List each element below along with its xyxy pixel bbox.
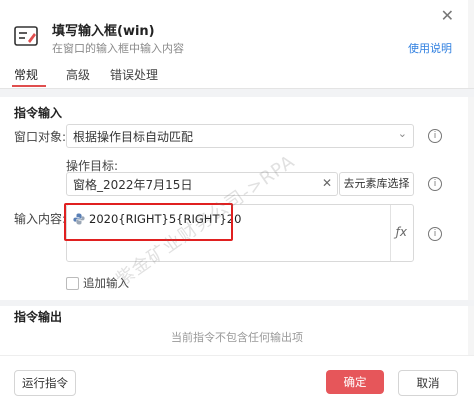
active-tab-indicator [12,85,46,87]
tab-general[interactable]: 常规 [14,66,38,83]
input-content-label: 输入内容: [14,212,67,226]
ok-button[interactable]: 确定 [326,370,384,394]
info-icon[interactable]: i [428,177,442,191]
section-separator [0,89,474,97]
tab-bar: 常规 高级 错误处理 [0,66,474,89]
window-object-value: 根据操作目标自动匹配 [73,130,194,144]
close-button[interactable]: ✕ [441,6,454,25]
clear-icon[interactable]: ✕ [322,176,332,190]
output-section-title: 指令输出 [14,310,63,324]
info-icon[interactable]: i [428,129,442,143]
tab-advanced[interactable]: 高级 [66,66,90,83]
append-input-checkbox[interactable] [66,277,79,290]
section-separator [0,300,474,306]
window-object-label: 窗口对象: [14,130,67,144]
fx-icon[interactable]: ƒx [396,225,407,239]
help-link[interactable]: 使用说明 [408,40,452,56]
element-library-button[interactable]: 去元素库选择 [339,172,414,196]
chevron-down-icon: ⌄ [397,127,407,140]
operation-target-value: 窗格_2022年7月15日 [73,178,193,192]
window-object-select[interactable]: 根据操作目标自动匹配 ⌄ [66,124,414,148]
input-section-title: 指令输入 [14,106,63,120]
input-box-icon [14,24,38,48]
dialog-subtitle: 在窗口的输入框中输入内容 [52,42,184,55]
cancel-button[interactable]: 取消 [398,370,458,396]
operation-target-input[interactable]: 窗格_2022年7月15日 ✕ [66,172,338,196]
info-icon[interactable]: i [428,227,442,241]
dialog-title: 填写输入框(win) [52,24,155,39]
run-command-button[interactable]: 运行指令 [14,370,76,396]
tab-error-handling[interactable]: 错误处理 [110,66,158,83]
output-empty-text: 当前指令不包含任何输出项 [171,331,303,344]
fx-divider [390,205,391,261]
